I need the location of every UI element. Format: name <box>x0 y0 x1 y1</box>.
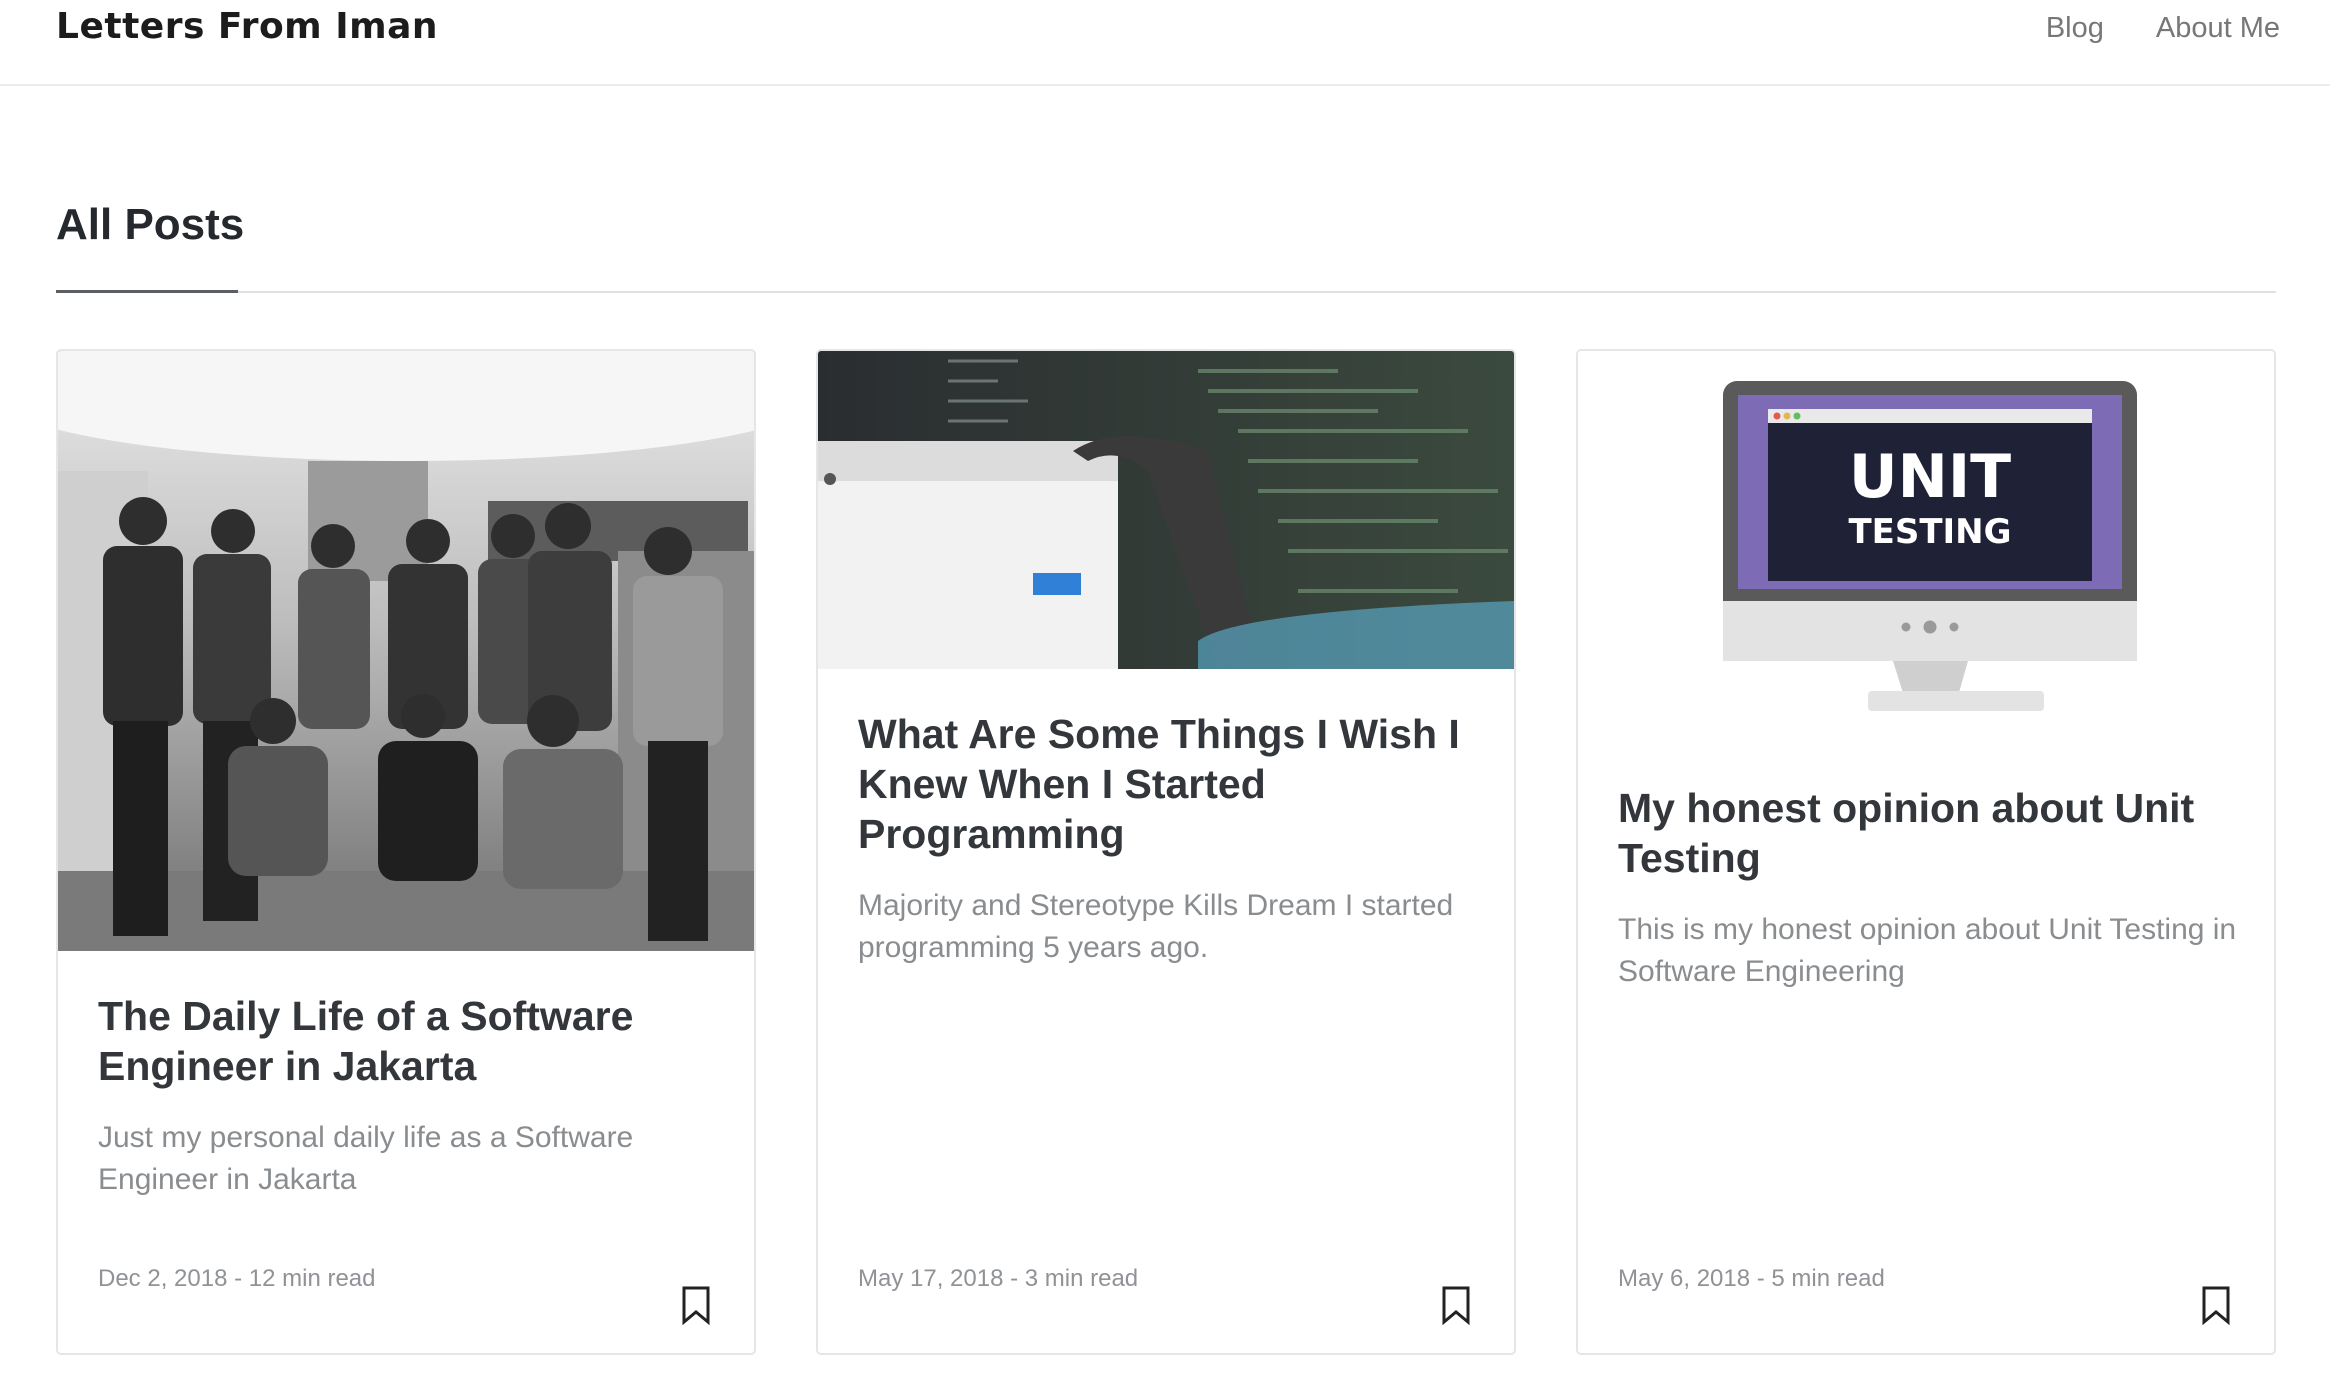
group-photo-image <box>58 351 754 951</box>
post-title[interactable]: My honest opinion about Unit Testing <box>1618 783 2228 883</box>
post-card[interactable]: What Are Some Things I Wish I Knew When … <box>816 349 1516 1355</box>
section-divider-accent <box>56 290 238 293</box>
site-header: Letters From Iman Blog About Me <box>0 0 2330 86</box>
bookmark-icon[interactable] <box>1440 1285 1472 1326</box>
post-excerpt: Majority and Stereotype Kills Dream I st… <box>858 889 1454 964</box>
site-logo[interactable]: Letters From Iman <box>56 6 438 47</box>
bookmark-icon[interactable] <box>680 1285 712 1326</box>
post-meta: May 6, 2018 - 5 min read <box>1618 1265 1885 1292</box>
post-card[interactable]: UNIT TESTING My honest opinion about Uni… <box>1576 349 2276 1355</box>
main-nav: Blog About Me <box>2046 12 2280 45</box>
monitor-illustration: UNIT TESTING <box>1723 381 2137 711</box>
monitor-text-testing: TESTING <box>1848 512 2011 552</box>
nav-about-me[interactable]: About Me <box>2156 12 2280 45</box>
section-divider <box>56 291 2276 293</box>
post-excerpt: This is my honest opinion about Unit Tes… <box>1618 913 2237 988</box>
post-thumbnail-unit-testing-illustration[interactable]: UNIT TESTING <box>1578 351 2274 751</box>
post-meta: Dec 2, 2018 - 12 min read <box>98 1265 376 1292</box>
post-thumbnail-group-photo[interactable] <box>58 351 754 951</box>
post-title[interactable]: The Daily Life of a Software Engineer in… <box>98 991 708 1091</box>
nav-blog[interactable]: Blog <box>2046 12 2104 45</box>
section-title: All Posts <box>56 200 245 249</box>
post-excerpt: Just my personal daily life as a Softwar… <box>98 1121 634 1196</box>
post-card[interactable]: The Daily Life of a Software Engineer in… <box>56 349 756 1355</box>
monitor-text-unit: UNIT <box>1849 442 2011 512</box>
post-meta: May 17, 2018 - 3 min read <box>858 1265 1139 1292</box>
post-title[interactable]: What Are Some Things I Wish I Knew When … <box>858 709 1468 859</box>
bookmark-icon[interactable] <box>2200 1285 2232 1326</box>
laptop-code-image <box>818 351 1514 669</box>
post-thumbnail-laptop-code-photo[interactable] <box>818 351 1514 669</box>
